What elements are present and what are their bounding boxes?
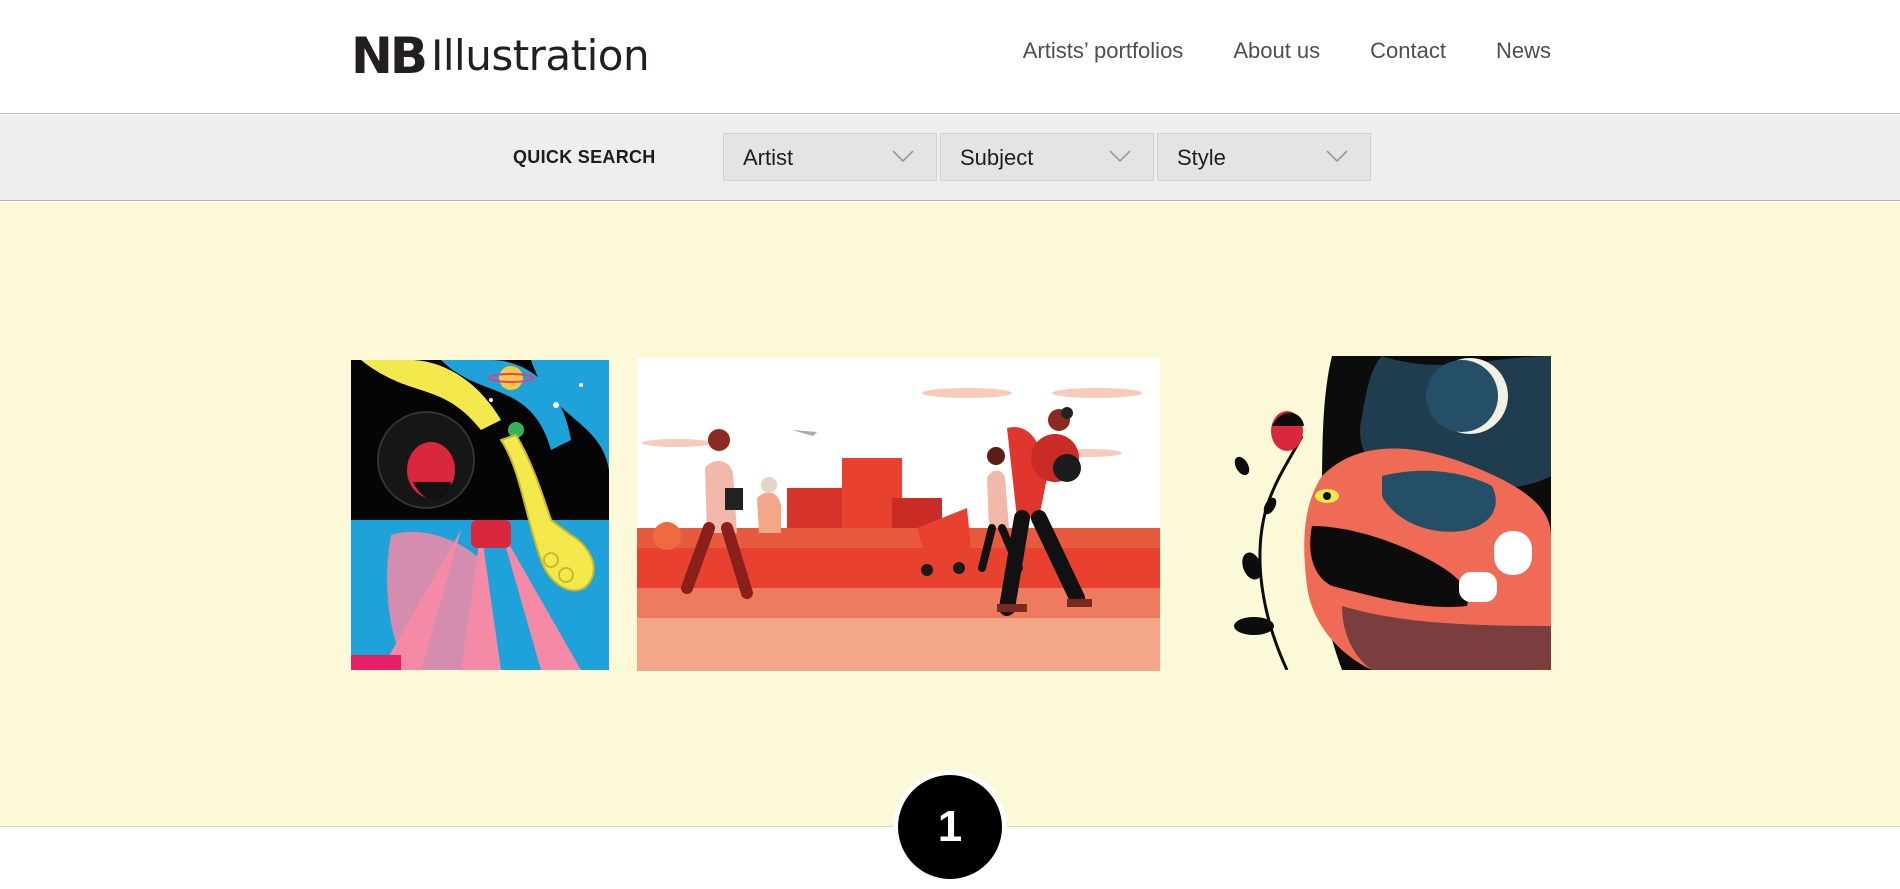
illustration-saxophonist[interactable] [351, 360, 609, 670]
chevron-down-icon [1109, 150, 1131, 163]
site-header: NB Illustration Artists’ portfolios Abou… [0, 0, 1900, 114]
logo-mark: NB [351, 27, 428, 85]
artist-select[interactable]: Artist [723, 133, 937, 181]
subject-select[interactable]: Subject [940, 133, 1154, 181]
style-select[interactable]: Style [1157, 133, 1371, 181]
subject-select-value: Subject [960, 145, 1034, 170]
nav-contact[interactable]: Contact [1370, 38, 1446, 64]
hero-gallery [0, 202, 1900, 827]
abstract-face-image [1222, 356, 1551, 670]
style-select-value: Style [1177, 145, 1226, 170]
city-walkers-image [637, 358, 1160, 671]
logo-wordmark: Illustration [430, 31, 650, 80]
slide-number: 1 [937, 802, 963, 851]
chevron-down-icon [1326, 150, 1348, 163]
chevron-down-icon [892, 150, 914, 163]
quick-search-label: QUICK SEARCH [513, 147, 656, 167]
illustration-abstract-face[interactable] [1222, 356, 1551, 670]
site-logo[interactable]: NB Illustration [351, 27, 650, 85]
illustration-city-walkers[interactable] [637, 358, 1160, 671]
artist-select-value: Artist [743, 145, 794, 170]
nav-artists-portfolios[interactable]: Artists’ portfolios [1023, 38, 1184, 64]
saxophonist-image [351, 360, 609, 670]
nav-news[interactable]: News [1496, 38, 1551, 64]
quick-search-bar: QUICK SEARCH Artist Subject Style [0, 115, 1900, 201]
slide-number-circle: 1 [898, 775, 1002, 879]
nav-about-us[interactable]: About us [1233, 38, 1320, 64]
slide-number-badge[interactable]: 1 [893, 770, 1007, 884]
main-nav: Artists’ portfolios About us Contact New… [1023, 38, 1551, 64]
